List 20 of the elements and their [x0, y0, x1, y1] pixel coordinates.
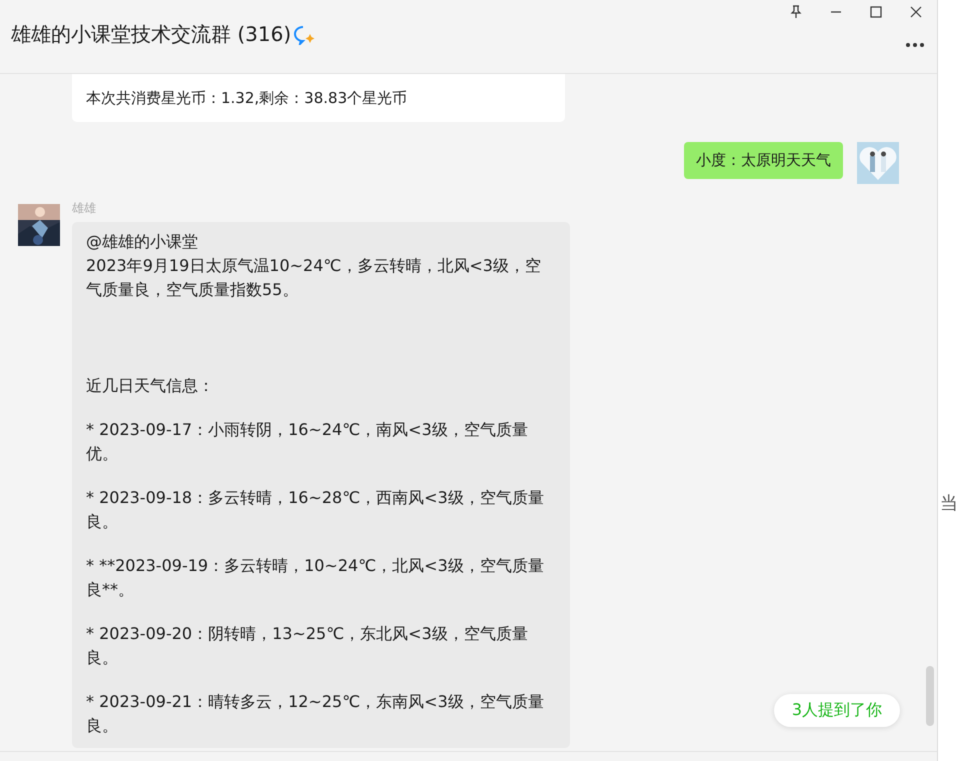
forecast-item: * 2023-09-17：小雨转阴，16~24℃，南风<3级，空气质量优。	[86, 419, 529, 465]
mention-text: @雄雄的小课堂	[86, 231, 199, 253]
forecast-item: * 2023-09-18：多云转晴，16~28℃，西南风<3级，空气质量良。	[86, 487, 545, 533]
message-card: 本次共消费星光币：1.32,剩余：38.83个星光币	[72, 74, 565, 122]
message-text: 2023年9月19日太原气温10~24℃，多云转晴，北风<3级，空气质量良，空气质量指数55。	[86, 255, 542, 301]
pin-icon[interactable]	[789, 5, 803, 19]
window-title: 雄雄的小课堂技术交流群 (316)	[11, 21, 292, 48]
chat-bubble-icon	[293, 24, 316, 44]
mention-badge[interactable]: 3人提到了你	[774, 694, 900, 727]
side-panel-text: 当	[939, 493, 958, 514]
scrollbar-thumb[interactable]	[926, 666, 934, 726]
sent-message: 小度：太原明天天气	[684, 142, 843, 179]
forecast-item: * 2023-09-21：晴转多云，12~25℃，东南风<3级，空气质量良。	[86, 691, 545, 737]
sender-name: 雄雄	[72, 200, 97, 217]
more-icon[interactable]	[905, 42, 925, 48]
forecast-item: * 2023-09-20：阴转晴，13~25℃，东北风<3级，空气质量良。	[86, 623, 529, 669]
maximize-icon[interactable]	[869, 5, 883, 19]
close-icon[interactable]	[909, 5, 923, 19]
forecast-item: * **2023-09-19：多云转晴，10~24℃，北风<3级，空气质量良**。	[86, 555, 545, 601]
message-text: 近几日天气信息：	[86, 375, 215, 397]
